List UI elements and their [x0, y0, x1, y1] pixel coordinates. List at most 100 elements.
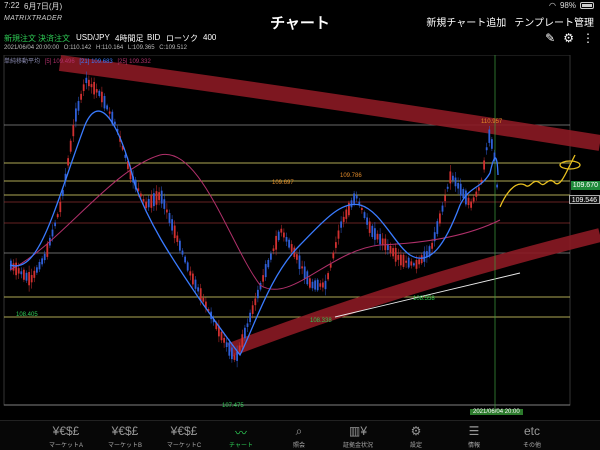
candle-body — [496, 184, 498, 188]
candle-body — [335, 242, 337, 248]
candle-body — [155, 191, 158, 205]
candle-body — [90, 84, 93, 88]
candle-body — [358, 201, 361, 205]
nav-margin[interactable]: ▥¥ 証拠金状況 — [328, 424, 388, 449]
chart-toolbar: 新規注文 決済注文 USD/JPY 4時間足 BID ローソク 400 ✎ ⚙ … — [0, 31, 600, 45]
candle-body — [179, 240, 181, 251]
current-price-badge: 109.670 — [570, 181, 600, 190]
candle-body — [153, 193, 155, 207]
more-icon[interactable]: ⋮ — [582, 31, 594, 45]
candle-body — [361, 207, 363, 211]
search-icon: ⌕ — [295, 424, 303, 438]
candle-body — [288, 239, 290, 248]
gear-icon[interactable]: ⚙ — [563, 31, 574, 45]
candle-body — [220, 331, 223, 341]
candle-body — [72, 125, 75, 137]
candle-body — [413, 263, 415, 266]
candle-body — [363, 212, 366, 218]
candle-body — [238, 345, 241, 352]
candle-body — [420, 255, 423, 264]
candle-body — [254, 298, 257, 306]
ma-legend: 単純移動平均 [5] 109.496 [21] 109.683 [25] 109… — [4, 56, 154, 65]
candle-body — [168, 213, 171, 223]
candle-body — [241, 334, 244, 348]
candle-body — [147, 198, 150, 208]
candle-body — [173, 225, 176, 239]
bid-ask-select[interactable]: BID — [147, 33, 160, 42]
candle-body — [423, 251, 426, 262]
candle-body — [223, 337, 225, 343]
label-mid1: 109.697 — [272, 180, 294, 186]
candle-body — [303, 266, 306, 279]
template-manage-link[interactable]: テンプレート管理 — [514, 14, 594, 29]
chart-type-select[interactable]: ローソク — [166, 33, 198, 44]
plot-frame — [3, 55, 571, 406]
candle-body — [337, 230, 340, 239]
currency-icon: ¥€$£ — [111, 424, 139, 438]
candle-body — [457, 183, 459, 189]
candle-body — [93, 81, 95, 95]
status-time: 7:22 — [4, 1, 20, 10]
candle-body — [467, 197, 470, 206]
candle-body — [101, 91, 103, 103]
currency-pair-select[interactable]: USD/JPY — [76, 33, 110, 42]
candle-body — [56, 214, 59, 218]
candle-body — [272, 248, 275, 252]
candle-body — [285, 237, 288, 242]
candle-body — [17, 268, 20, 274]
bar-count-select[interactable]: 400 — [203, 33, 216, 42]
candle-body — [322, 282, 324, 288]
candle-body — [160, 190, 163, 204]
settle-order-button[interactable]: 決済注文 — [38, 33, 70, 44]
candle-body — [327, 273, 329, 280]
candle-body — [36, 267, 38, 273]
ohlc-datetime: 2021/06/04 20:00:00 — [4, 45, 60, 51]
nav-label: マーケットA — [48, 443, 83, 449]
candle-body — [184, 256, 186, 263]
candle-body — [400, 254, 402, 266]
candle-body — [225, 342, 228, 348]
new-order-button[interactable]: 新規注文 — [4, 33, 36, 44]
news-icon: ☰ — [468, 424, 480, 438]
candle-body — [275, 235, 277, 250]
candle-body — [163, 199, 166, 209]
nav-settings[interactable]: ⚙ 設定 — [386, 424, 446, 449]
candle-body — [296, 254, 298, 260]
candle-body — [436, 221, 439, 234]
nav-etc[interactable]: etc その他 — [502, 424, 562, 449]
candle-body — [441, 205, 444, 212]
nav-inquiry[interactable]: ⌕ 照会 — [269, 424, 329, 449]
candle-body — [342, 216, 345, 222]
nav-market-a[interactable]: ¥€$£ マーケットA — [36, 424, 96, 449]
candle-body — [249, 312, 251, 323]
nav-chart[interactable]: 〰 チャート — [211, 424, 271, 449]
candle-body — [462, 189, 465, 199]
interval-select[interactable]: 4時間足 — [115, 33, 143, 44]
candle-body — [192, 273, 194, 285]
candle-body — [25, 272, 28, 281]
pencil-icon[interactable]: ✎ — [545, 31, 555, 45]
candle-body — [478, 187, 480, 191]
candle-body — [150, 195, 153, 208]
nav-news[interactable]: ☰ 情報 — [444, 424, 504, 449]
battery-percent: 98% — [559, 1, 576, 10]
candle-body — [59, 201, 62, 213]
candle-body — [449, 171, 452, 184]
candle-body — [283, 232, 285, 238]
candle-body — [431, 242, 433, 249]
nav-label: その他 — [522, 443, 541, 449]
nav-label: 設定 — [409, 443, 422, 449]
candle-body — [371, 225, 374, 237]
nav-market-b[interactable]: ¥€$£ マーケットB — [95, 424, 155, 449]
price-chart[interactable] — [0, 55, 600, 420]
chart-icon: 〰 — [234, 426, 247, 440]
add-chart-link[interactable]: 新規チャート追加 — [426, 14, 506, 29]
yen-bars-icon: ▥¥ — [348, 424, 367, 438]
nav-market-c[interactable]: ¥€$£ マーケットC — [154, 424, 214, 449]
candle-body — [228, 342, 231, 356]
candle-body — [41, 258, 43, 265]
candle-body — [452, 175, 454, 181]
candle-body — [23, 269, 25, 280]
candle-body — [402, 254, 405, 267]
candle-body — [88, 79, 90, 87]
